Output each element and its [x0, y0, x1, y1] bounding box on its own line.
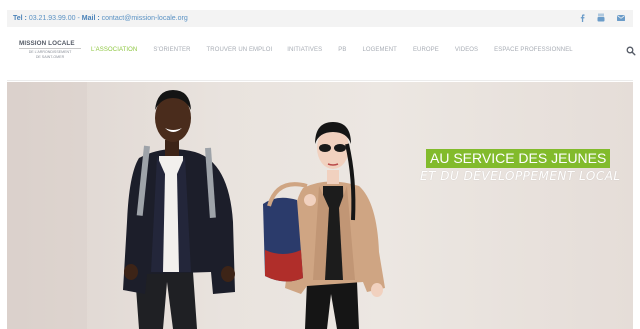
- menu-item-sorienter[interactable]: S'ORIENTER: [153, 47, 190, 53]
- menu-item-trouver-emploi[interactable]: TROUVER UN EMPLOI: [207, 47, 273, 53]
- woman-figure: [263, 122, 385, 329]
- menu-item-pb[interactable]: PB: [338, 47, 346, 53]
- contact-info: Tel : 03.21.93.99.00 - Mail : contact@mi…: [13, 15, 188, 22]
- search-icon[interactable]: [626, 43, 636, 56]
- hero-banner: AU SERVICE DES JEUNES ET DU DÉVELOPPEMEN…: [7, 82, 633, 329]
- menu-item-espace-professionnel[interactable]: ESPACE PROFESSIONNEL: [494, 47, 573, 53]
- menu-item-logement[interactable]: LOGEMENT: [362, 47, 396, 53]
- mail-label: Mail :: [81, 15, 100, 22]
- top-contact-bar: Tel : 03.21.93.99.00 - Mail : contact@mi…: [7, 10, 633, 27]
- logo-subtitle-2: DE SAINT-OMER: [35, 55, 65, 59]
- site-logo[interactable]: MISSION LOCALE DE L'ARRONDISSEMENT DE SA…: [19, 40, 81, 59]
- hero-photo: [7, 82, 385, 329]
- menu-item-initiatives[interactable]: INITIATIVES: [287, 47, 322, 53]
- main-menu: L'ASSOCIATION S'ORIENTER TROUVER UN EMPL…: [91, 47, 573, 53]
- main-navbar: MISSION LOCALE DE L'ARRONDISSEMENT DE SA…: [7, 27, 636, 81]
- facebook-icon[interactable]: [580, 13, 585, 24]
- menu-item-association[interactable]: L'ASSOCIATION: [91, 47, 137, 53]
- man-figure: [123, 90, 235, 329]
- logo-title: MISSION LOCALE: [19, 40, 81, 49]
- social-links: [580, 13, 625, 24]
- logo-subtitle-1: DE L'ARRONDISSEMENT: [28, 50, 72, 54]
- tel-label: Tel :: [13, 15, 27, 22]
- contact-separator: -: [77, 15, 80, 22]
- youtube-icon[interactable]: [597, 13, 605, 24]
- menu-item-videos[interactable]: VIDEOS: [455, 47, 478, 53]
- hero-tagline-secondary: ET DU DÉVELOPPEMENT LOCAL: [420, 169, 621, 183]
- email-icon[interactable]: [617, 14, 625, 23]
- mail-link[interactable]: contact@mission-locale.org: [102, 15, 188, 22]
- menu-item-europe[interactable]: EUROPE: [413, 47, 439, 53]
- hero-tagline-primary: AU SERVICE DES JEUNES: [426, 149, 611, 168]
- tel-value[interactable]: 03.21.93.99.00: [29, 15, 76, 22]
